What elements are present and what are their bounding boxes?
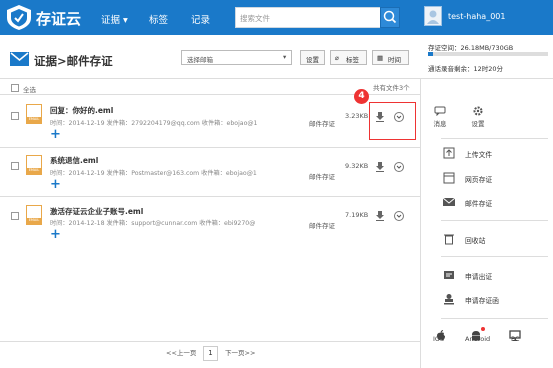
trash-icon bbox=[444, 234, 454, 245]
page-number[interactable]: 1 bbox=[203, 346, 218, 361]
avatar[interactable] bbox=[424, 6, 442, 26]
user-icon bbox=[427, 10, 439, 24]
side-email-evidence[interactable]: 邮件存证 bbox=[441, 195, 541, 211]
calendar-icon: ▦ bbox=[377, 54, 384, 62]
settings-side-button[interactable]: 设置 bbox=[468, 106, 488, 128]
more-options-icon[interactable] bbox=[394, 162, 404, 172]
add-tag-button[interactable]: + bbox=[50, 227, 61, 242]
prev-page-link[interactable]: <<上一页 bbox=[166, 347, 196, 357]
divider bbox=[0, 341, 420, 342]
side-upload-file[interactable]: 上传文件 bbox=[441, 146, 541, 162]
side-recycle-bin[interactable]: 回收站 bbox=[441, 232, 541, 248]
mailbox-select[interactable]: 选择邮箱 ▾ bbox=[181, 50, 292, 65]
nav-records[interactable]: 记录 bbox=[191, 12, 210, 26]
side-web-evidence[interactable]: 网页存证 bbox=[441, 171, 541, 187]
file-size: 7.19KB bbox=[345, 211, 369, 219]
tag-icon: ⌀ bbox=[335, 54, 339, 62]
file-meta: 时间：2014-12-18 发件箱：support@cunnar.com 收件箱… bbox=[50, 220, 256, 227]
file-type: 邮件存证 bbox=[309, 120, 335, 128]
platform-ios-label[interactable]: IOS bbox=[433, 335, 444, 343]
username[interactable]: test-haha_001 bbox=[448, 12, 505, 21]
chevron-down-icon: ▾ bbox=[283, 53, 287, 61]
divider bbox=[441, 256, 548, 257]
file-name[interactable]: 系统退信.eml bbox=[50, 155, 98, 166]
select-all-label: 全选 bbox=[23, 86, 36, 94]
storage-bar bbox=[428, 52, 548, 56]
nav-evidence[interactable]: 证据 ▾ bbox=[101, 12, 128, 26]
highlight-box bbox=[369, 102, 416, 140]
more-options-icon[interactable] bbox=[394, 211, 404, 221]
file-size: 3.23KB bbox=[345, 112, 369, 120]
add-tag-button[interactable]: + bbox=[50, 127, 61, 142]
certificate-icon bbox=[444, 271, 454, 279]
file-name[interactable]: 回复：你好的.eml bbox=[50, 105, 113, 116]
brand-name: 存证云 bbox=[36, 10, 82, 28]
file-size: 9.32KB bbox=[345, 162, 369, 170]
next-page-link[interactable]: 下一页>> bbox=[225, 347, 255, 357]
file-meta: 时间：2014-12-19 发件箱：2792204179@qq.com 收件箱：… bbox=[50, 120, 258, 127]
download-icon[interactable] bbox=[375, 211, 385, 221]
search-icon bbox=[383, 10, 397, 24]
notification-dot bbox=[481, 327, 485, 331]
add-tag-button[interactable]: + bbox=[50, 177, 61, 192]
gear-icon bbox=[473, 106, 483, 116]
divider bbox=[441, 220, 548, 221]
page-title: 证据>邮件存证 bbox=[34, 54, 113, 68]
mail-icon bbox=[443, 197, 455, 206]
storage-bar-fill bbox=[428, 52, 433, 56]
side-apply-certificate[interactable]: 申请出证 bbox=[441, 268, 541, 284]
tags-button[interactable]: ⌀ 标签 bbox=[330, 50, 367, 65]
file-meta: 时间：2014-12-19 发件箱：Postmaster@163.com 收件箱… bbox=[50, 170, 257, 177]
stamp-icon bbox=[444, 294, 454, 305]
email-file-icon: EMAIL bbox=[26, 155, 42, 175]
search-button[interactable] bbox=[380, 7, 400, 28]
settings-button[interactable]: 设置 bbox=[300, 50, 325, 65]
file-type: 邮件存证 bbox=[309, 173, 335, 181]
mail-icon bbox=[10, 52, 29, 66]
email-file-icon: EMAIL bbox=[26, 205, 42, 225]
row-checkbox[interactable] bbox=[11, 212, 19, 220]
side-apply-evidence-letter[interactable]: 申请存证函 bbox=[441, 292, 541, 308]
recording-remaining: 通话录音剩余：12时20分 bbox=[428, 65, 504, 73]
time-button[interactable]: ▦ 时间 bbox=[372, 50, 409, 65]
file-count: 共有文件3个 bbox=[373, 84, 410, 92]
storage-space: 存证空间：26.18MB/730GB bbox=[428, 44, 514, 52]
divider bbox=[0, 147, 420, 148]
file-name[interactable]: 激活存证云企业子账号.eml bbox=[50, 206, 143, 217]
divider bbox=[441, 318, 548, 319]
logo-icon bbox=[7, 5, 31, 30]
row-checkbox[interactable] bbox=[11, 162, 19, 170]
platform-android-label[interactable]: Android bbox=[465, 335, 490, 343]
platform-pc-label[interactable]: PC bbox=[511, 335, 519, 343]
download-icon[interactable] bbox=[375, 162, 385, 172]
nav-tags[interactable]: 标签 bbox=[149, 12, 168, 26]
file-type: 邮件存证 bbox=[309, 222, 335, 230]
webpage-icon bbox=[443, 172, 455, 184]
row-checkbox[interactable] bbox=[11, 112, 19, 120]
divider bbox=[0, 78, 553, 79]
search-input[interactable]: 搜索文件 bbox=[235, 7, 381, 28]
step-badge: 4 bbox=[354, 89, 369, 104]
upload-icon bbox=[443, 147, 455, 159]
email-file-icon: EMAIL bbox=[26, 104, 42, 124]
divider bbox=[0, 196, 420, 197]
select-all-checkbox[interactable] bbox=[11, 84, 19, 92]
divider bbox=[441, 138, 548, 139]
divider bbox=[420, 78, 421, 368]
chat-icon bbox=[434, 106, 446, 117]
messages-button[interactable]: 消息 bbox=[430, 106, 450, 128]
